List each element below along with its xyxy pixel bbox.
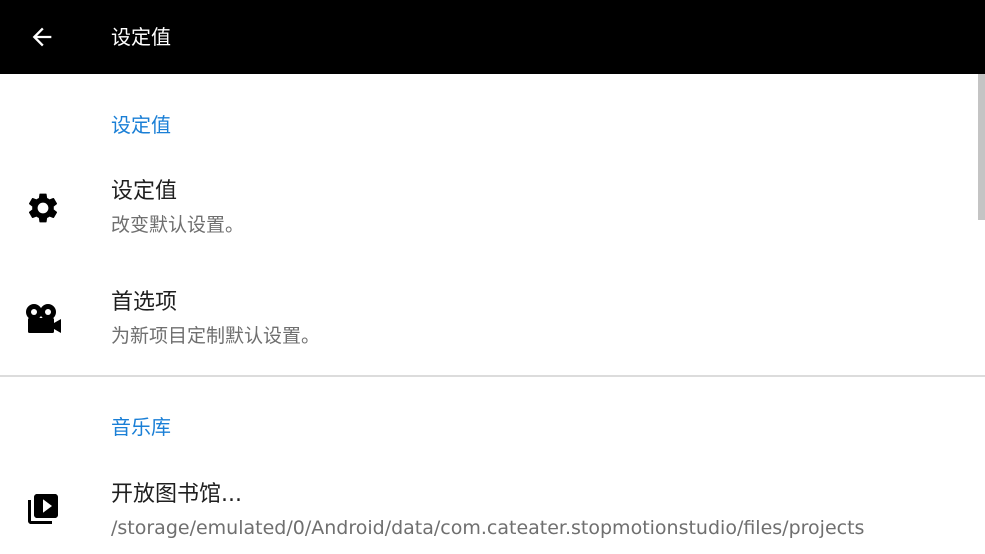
video-library-icon — [24, 490, 62, 528]
scrollbar[interactable] — [978, 74, 985, 220]
arrow-back-icon — [32, 27, 52, 47]
pref-settings[interactable]: 设定值 改变默认设置。 — [0, 158, 978, 258]
pref-summary: 改变默认设置。 — [111, 214, 245, 236]
app-toolbar: 设定值 — [0, 0, 985, 74]
settings-list: 设定值 设定值 改变默认设置。 首选项 为新项目定制默认设置。 音乐库 开放图书… — [0, 74, 985, 554]
pref-title: 开放图书馆... — [111, 482, 242, 507]
movie-camera-icon — [24, 300, 62, 338]
section-header-settings: 设定值 — [111, 113, 171, 137]
pref-summary: 为新项目定制默认设置。 — [111, 325, 321, 347]
toolbar-title: 设定值 — [111, 25, 171, 49]
gear-icon — [24, 189, 62, 227]
pref-preferences[interactable]: 首选项 为新项目定制默认设置。 — [0, 269, 978, 369]
section-header-music-library: 音乐库 — [111, 415, 171, 439]
pref-title: 设定值 — [111, 179, 178, 204]
back-button[interactable] — [18, 13, 66, 61]
section-divider — [0, 375, 985, 377]
pref-title: 首选项 — [111, 290, 178, 315]
pref-open-library[interactable]: 开放图书馆... /storage/emulated/0/Android/dat… — [0, 460, 978, 554]
pref-summary: /storage/emulated/0/Android/data/com.cat… — [111, 517, 865, 539]
